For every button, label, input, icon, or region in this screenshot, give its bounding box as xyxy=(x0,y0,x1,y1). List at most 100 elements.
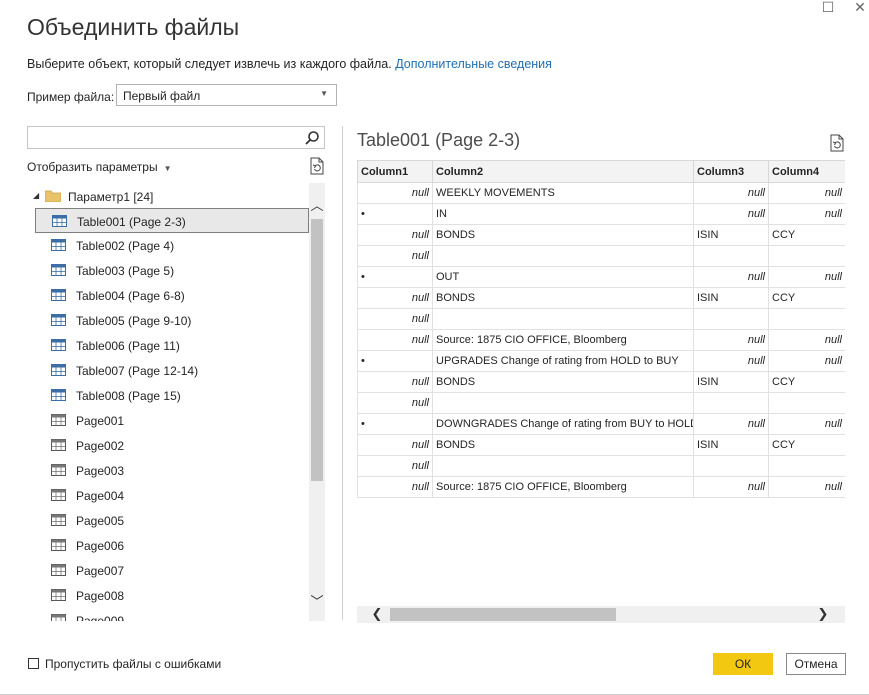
table-cell[interactable]: null xyxy=(357,392,433,414)
table-cell[interactable]: null xyxy=(357,245,433,267)
table-cell[interactable]: null xyxy=(357,224,433,246)
table-cell[interactable] xyxy=(693,308,769,330)
scroll-left-icon[interactable]: ❮ xyxy=(367,606,387,623)
tree-item[interactable]: Page002 xyxy=(35,433,309,458)
table-cell[interactable]: null xyxy=(768,476,845,498)
scroll-down-icon[interactable]: ﹀ xyxy=(309,591,325,611)
search-icon[interactable] xyxy=(303,129,321,147)
column-header[interactable]: Column3 xyxy=(693,160,769,183)
table-cell[interactable]: null xyxy=(357,287,433,309)
table-cell[interactable]: null xyxy=(768,350,845,372)
table-cell[interactable]: BONDS xyxy=(432,287,694,309)
skip-errors-checkbox[interactable]: Пропустить файлы с ошибками xyxy=(28,657,221,671)
tree-item[interactable]: Page006 xyxy=(35,533,309,558)
table-cell[interactable]: null xyxy=(768,182,845,204)
table-cell[interactable]: • xyxy=(357,350,433,372)
table-cell[interactable]: CCY xyxy=(768,287,845,309)
table-cell[interactable] xyxy=(768,455,845,477)
table-cell[interactable]: IN xyxy=(432,203,694,225)
table-cell[interactable]: ISIN xyxy=(693,224,769,246)
cancel-button[interactable]: Отмена xyxy=(786,653,846,675)
table-cell[interactable] xyxy=(432,308,694,330)
tree-item[interactable]: Page009 xyxy=(35,608,309,621)
tree-item[interactable]: Page008 xyxy=(35,583,309,608)
table-cell[interactable] xyxy=(693,455,769,477)
column-header[interactable]: Column4 xyxy=(768,160,845,183)
table-cell[interactable] xyxy=(693,392,769,414)
table-cell[interactable] xyxy=(432,392,694,414)
checkbox-box[interactable] xyxy=(28,658,39,669)
tree-item[interactable]: Table002 (Page 4) xyxy=(35,233,309,258)
table-cell[interactable]: Source: 1875 CIO OFFICE, Bloomberg xyxy=(432,476,694,498)
tree-item[interactable]: Page007 xyxy=(35,558,309,583)
table-cell[interactable]: null xyxy=(693,266,769,288)
table-cell[interactable]: null xyxy=(357,434,433,456)
scroll-up-icon[interactable]: ︿ xyxy=(309,195,325,215)
tree-root-node[interactable]: ◢ Параметр1 [24] xyxy=(27,188,307,208)
preview-horizontal-scrollbar[interactable]: ❮ ❯ xyxy=(357,606,845,623)
table-cell[interactable]: null xyxy=(693,476,769,498)
table-cell[interactable]: null xyxy=(768,203,845,225)
table-cell[interactable]: ISIN xyxy=(693,434,769,456)
table-cell[interactable]: Source: 1875 CIO OFFICE, Bloomberg xyxy=(432,329,694,351)
more-info-link[interactable]: Дополнительные сведения xyxy=(395,57,552,71)
table-cell[interactable]: ISIN xyxy=(693,371,769,393)
tree-item[interactable]: Page001 xyxy=(35,408,309,433)
table-cell[interactable]: CCY xyxy=(768,224,845,246)
table-cell[interactable]: WEEKLY MOVEMENTS xyxy=(432,182,694,204)
tree-item[interactable]: Table008 (Page 15) xyxy=(35,383,309,408)
table-cell[interactable]: null xyxy=(357,455,433,477)
table-cell[interactable]: null xyxy=(357,371,433,393)
show-options-dropdown[interactable]: Отобразить параметры ▼ xyxy=(27,160,172,174)
tree-item[interactable]: Table006 (Page 11) xyxy=(35,333,309,358)
table-cell[interactable]: • xyxy=(357,413,433,435)
expand-arrow-icon[interactable]: ◢ xyxy=(33,191,39,200)
table-cell[interactable]: BONDS xyxy=(432,434,694,456)
column-header[interactable]: Column1 xyxy=(357,160,433,183)
table-cell[interactable]: null xyxy=(768,266,845,288)
tree-item[interactable]: Table007 (Page 12-14) xyxy=(35,358,309,383)
table-cell[interactable]: • xyxy=(357,203,433,225)
table-cell[interactable] xyxy=(432,245,694,267)
table-cell[interactable]: null xyxy=(357,476,433,498)
table-cell[interactable] xyxy=(693,245,769,267)
table-cell[interactable]: CCY xyxy=(768,371,845,393)
tree-item[interactable]: Page004 xyxy=(35,483,309,508)
refresh-icon[interactable] xyxy=(829,134,845,152)
scrollbar-thumb[interactable] xyxy=(390,608,616,621)
table-cell[interactable]: null xyxy=(693,350,769,372)
table-cell[interactable] xyxy=(432,455,694,477)
tree-scrollbar[interactable]: ︿ ﹀ xyxy=(309,183,325,621)
table-cell[interactable]: DOWNGRADES Change of rating from BUY to … xyxy=(432,413,694,435)
table-cell[interactable] xyxy=(768,245,845,267)
column-header[interactable]: Column2 xyxy=(432,160,694,183)
close-icon[interactable]: ✕ xyxy=(848,0,869,14)
refresh-icon[interactable] xyxy=(309,157,325,175)
table-cell[interactable]: null xyxy=(693,182,769,204)
table-cell[interactable]: null xyxy=(693,203,769,225)
table-cell[interactable] xyxy=(768,392,845,414)
table-cell[interactable]: null xyxy=(693,329,769,351)
tree-item[interactable]: Table001 (Page 2-3) xyxy=(35,208,309,233)
tree-item[interactable]: Table003 (Page 5) xyxy=(35,258,309,283)
table-cell[interactable] xyxy=(768,308,845,330)
tree-item[interactable]: Table005 (Page 9-10) xyxy=(35,308,309,333)
table-cell[interactable]: • xyxy=(357,266,433,288)
maximize-icon[interactable]: ☐ xyxy=(816,0,840,14)
table-cell[interactable]: UPGRADES Change of rating from HOLD to B… xyxy=(432,350,694,372)
table-cell[interactable]: null xyxy=(768,413,845,435)
search-input[interactable] xyxy=(27,126,325,149)
ok-button[interactable]: ОК xyxy=(713,653,773,675)
table-cell[interactable]: null xyxy=(357,182,433,204)
table-cell[interactable]: CCY xyxy=(768,434,845,456)
sample-file-select[interactable]: Первый файл ▼ xyxy=(116,84,337,106)
table-cell[interactable]: ISIN xyxy=(693,287,769,309)
tree-item[interactable]: Page003 xyxy=(35,458,309,483)
scrollbar-thumb[interactable] xyxy=(311,219,323,481)
table-cell[interactable]: BONDS xyxy=(432,371,694,393)
table-cell[interactable]: null xyxy=(768,329,845,351)
scroll-right-icon[interactable]: ❯ xyxy=(813,606,833,623)
table-cell[interactable]: null xyxy=(357,329,433,351)
table-cell[interactable]: BONDS xyxy=(432,224,694,246)
table-cell[interactable]: null xyxy=(693,413,769,435)
